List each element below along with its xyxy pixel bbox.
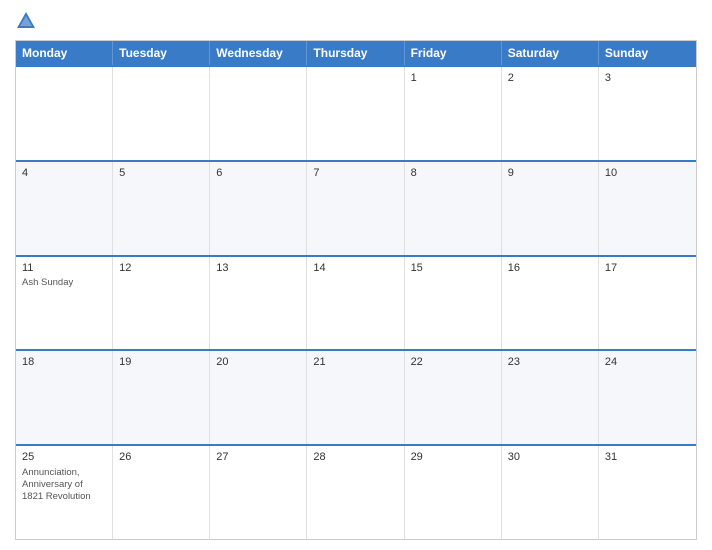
calendar-cell-4-0: 25 Annunciation, Anniversary of 1821 Revo… — [16, 446, 113, 539]
calendar-cell-4-3: 28 — [307, 446, 404, 539]
calendar-cell-2-4: 15 — [405, 257, 502, 350]
day-number: 29 — [411, 450, 495, 465]
calendar-cell-0-1 — [113, 67, 210, 160]
calendar-cell-2-1: 12 — [113, 257, 210, 350]
day-number: 17 — [605, 261, 690, 276]
calendar-cell-3-3: 21 — [307, 351, 404, 444]
calendar-cell-0-5: 2 — [502, 67, 599, 160]
day-number: 8 — [411, 166, 495, 181]
calendar-row-3: 18 19 20 21 22 23 24 — [16, 349, 696, 444]
day-number: 5 — [119, 166, 203, 181]
calendar-cell-3-2: 20 — [210, 351, 307, 444]
calendar-row-2: 11Ash Sunday 12 13 14 15 16 17 — [16, 255, 696, 350]
calendar-cell-0-6: 3 — [599, 67, 696, 160]
day-number: 31 — [605, 450, 690, 465]
day-number: 16 — [508, 261, 592, 276]
calendar-cell-1-3: 7 — [307, 162, 404, 255]
day-number: 6 — [216, 166, 300, 181]
calendar-cell-0-3 — [307, 67, 404, 160]
calendar-row-4: 25 Annunciation, Anniversary of 1821 Revo… — [16, 444, 696, 539]
day-number: 22 — [411, 355, 495, 370]
calendar-cell-1-6: 10 — [599, 162, 696, 255]
day-number: 14 — [313, 261, 397, 276]
day-number: 25 — [22, 450, 106, 465]
day-number: 20 — [216, 355, 300, 370]
day-number: 10 — [605, 166, 690, 181]
calendar-row-1: 456789 10 — [16, 160, 696, 255]
day-number: 2 — [508, 71, 592, 86]
header — [15, 10, 697, 32]
calendar: MondayTuesdayWednesdayThursdayFridaySatu… — [15, 40, 697, 540]
day-number: 26 — [119, 450, 203, 465]
day-number: 11 — [22, 261, 106, 276]
calendar-cell-0-2 — [210, 67, 307, 160]
day-number: 7 — [313, 166, 397, 181]
day-number: 3 — [605, 71, 690, 86]
weekday-header-tuesday: Tuesday — [113, 41, 210, 65]
day-number: 12 — [119, 261, 203, 276]
day-number: 15 — [411, 261, 495, 276]
calendar-cell-2-6: 17 — [599, 257, 696, 350]
day-event: Annunciation, Anniversary of 1821 Revolu… — [22, 467, 106, 504]
day-number: 30 — [508, 450, 592, 465]
weekday-header-sunday: Sunday — [599, 41, 696, 65]
day-number: 18 — [22, 355, 106, 370]
calendar-body: 1234567891011Ash Sunday12131415161718192… — [16, 65, 696, 539]
calendar-cell-0-0 — [16, 67, 113, 160]
logo-icon — [15, 10, 37, 32]
calendar-cell-1-2: 6 — [210, 162, 307, 255]
calendar-cell-1-4: 8 — [405, 162, 502, 255]
weekday-header-wednesday: Wednesday — [210, 41, 307, 65]
day-number: 27 — [216, 450, 300, 465]
calendar-cell-2-3: 14 — [307, 257, 404, 350]
weekday-header-saturday: Saturday — [502, 41, 599, 65]
calendar-cell-2-5: 16 — [502, 257, 599, 350]
calendar-cell-3-1: 19 — [113, 351, 210, 444]
calendar-cell-1-1: 5 — [113, 162, 210, 255]
calendar-cell-4-5: 30 — [502, 446, 599, 539]
calendar-cell-3-5: 23 — [502, 351, 599, 444]
calendar-cell-1-5: 9 — [502, 162, 599, 255]
calendar-cell-4-1: 26 — [113, 446, 210, 539]
calendar-cell-3-0: 18 — [16, 351, 113, 444]
day-number: 13 — [216, 261, 300, 276]
day-number: 28 — [313, 450, 397, 465]
day-number: 9 — [508, 166, 592, 181]
calendar-cell-2-0: 11Ash Sunday — [16, 257, 113, 350]
calendar-cell-4-6: 31 — [599, 446, 696, 539]
day-number: 23 — [508, 355, 592, 370]
weekday-header-monday: Monday — [16, 41, 113, 65]
day-number: 19 — [119, 355, 203, 370]
logo — [15, 10, 41, 32]
calendar-row-0: 123 — [16, 65, 696, 160]
day-event: Ash Sunday — [22, 277, 106, 289]
day-number: 4 — [22, 166, 106, 181]
day-number: 1 — [411, 71, 495, 86]
calendar-cell-2-2: 13 — [210, 257, 307, 350]
calendar-cell-0-4: 1 — [405, 67, 502, 160]
calendar-cell-3-4: 22 — [405, 351, 502, 444]
weekday-header-friday: Friday — [405, 41, 502, 65]
calendar-cell-3-6: 24 — [599, 351, 696, 444]
day-number: 24 — [605, 355, 690, 370]
weekday-header-thursday: Thursday — [307, 41, 404, 65]
day-number: 21 — [313, 355, 397, 370]
page: MondayTuesdayWednesdayThursdayFridaySatu… — [0, 0, 712, 550]
calendar-cell-4-2: 27 — [210, 446, 307, 539]
calendar-cell-4-4: 29 — [405, 446, 502, 539]
calendar-cell-1-0: 4 — [16, 162, 113, 255]
calendar-header: MondayTuesdayWednesdayThursdayFridaySatu… — [16, 41, 696, 65]
